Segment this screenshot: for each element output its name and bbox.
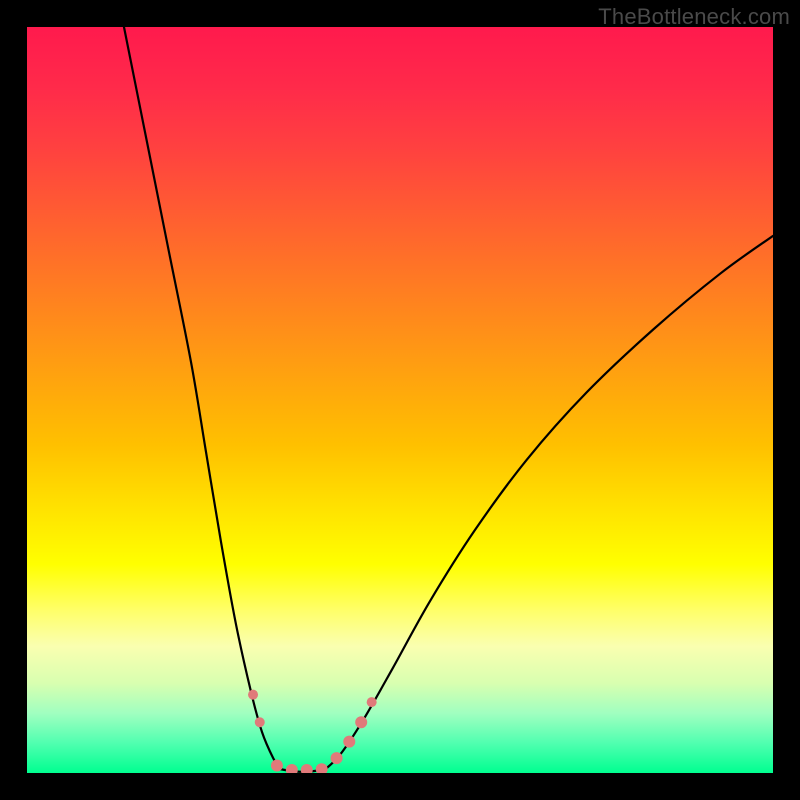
bottom-dot-1 [271, 760, 283, 772]
plot-area [27, 27, 773, 773]
right-dot-3 [355, 716, 367, 728]
left-dot-2 [255, 717, 265, 727]
chart-frame: TheBottleneck.com [0, 0, 800, 800]
curves-svg [27, 27, 773, 773]
bottom-dot-2 [286, 764, 298, 773]
bottom-dot-3 [301, 764, 313, 773]
watermark-label: TheBottleneck.com [598, 4, 790, 30]
right-dot-2 [343, 736, 355, 748]
right-dot-4 [367, 697, 377, 707]
left-dot-1 [248, 690, 258, 700]
right-dot-1 [331, 752, 343, 764]
bottom-dot-4 [316, 763, 328, 773]
series-left-curve [124, 27, 281, 769]
series-right-curve [325, 236, 773, 769]
